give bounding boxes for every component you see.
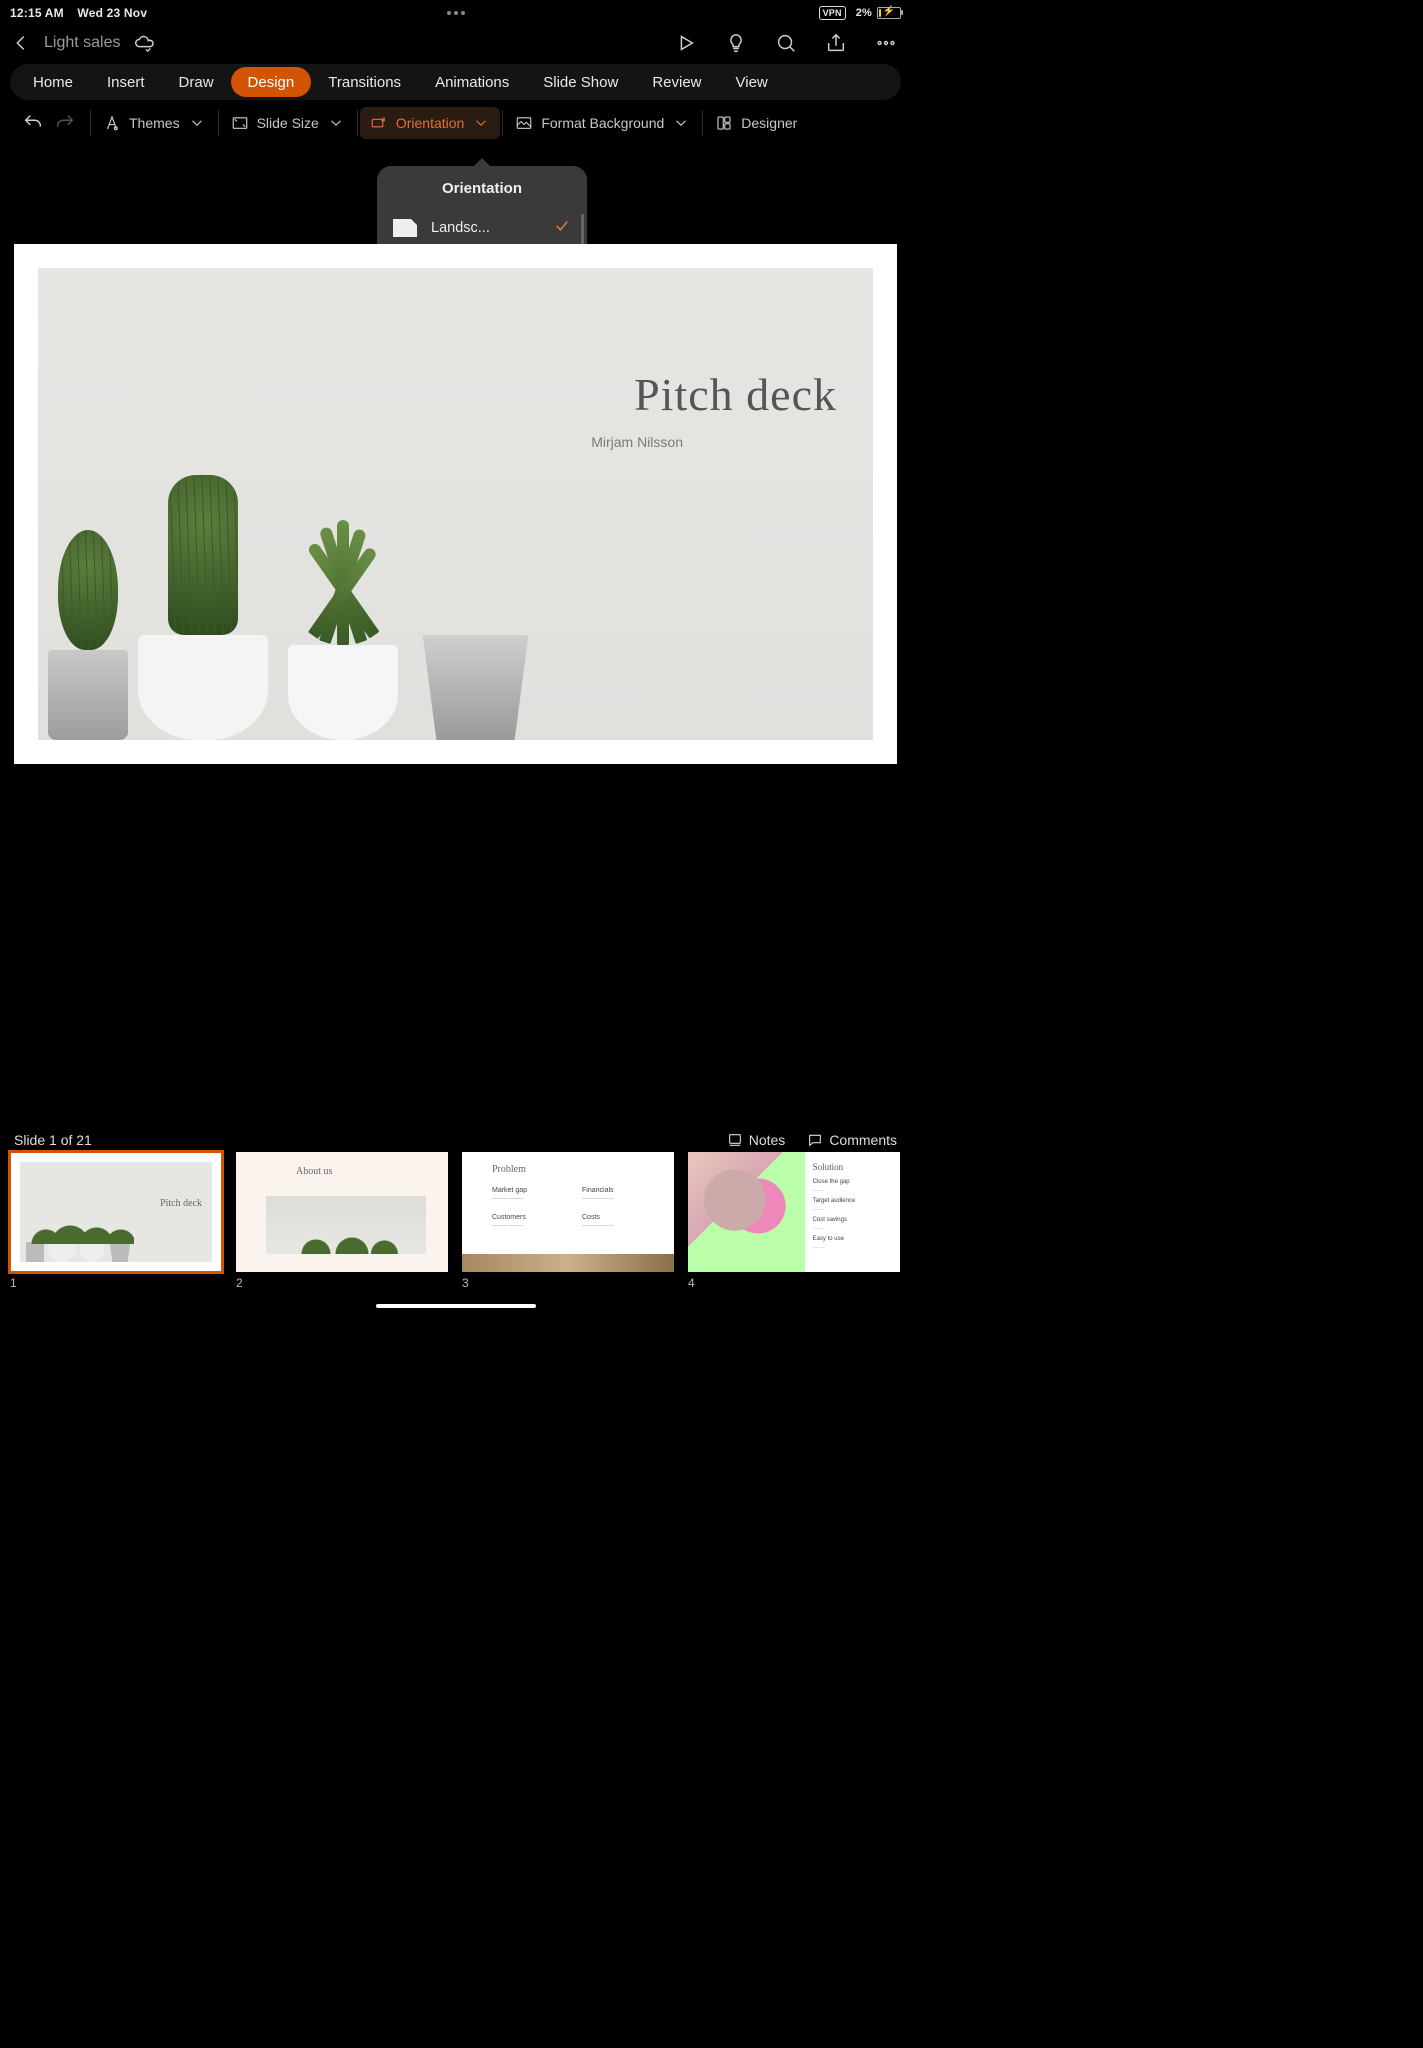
decorative-plant [288,645,398,740]
designer-label: Designer [741,115,797,131]
separator [90,110,91,136]
format-background-dropdown[interactable]: Format Background [505,107,700,139]
tab-draw[interactable]: Draw [162,67,231,97]
designer-icon [715,114,733,132]
comments-icon [807,1132,823,1148]
tab-animations[interactable]: Animations [418,67,526,97]
ribbon-tabs: Home Insert Draw Design Transitions Anim… [10,64,901,100]
landscape-page-icon [393,219,417,237]
vpn-badge: VPN [819,6,846,20]
tab-design[interactable]: Design [231,67,312,97]
orientation-option-landscape[interactable]: Landsc... [377,207,587,249]
designer-button[interactable]: Designer [705,107,807,139]
slide-size-icon [231,114,249,132]
slide-size-label: Slide Size [257,115,319,131]
format-background-icon [515,114,533,132]
status-time: 12:15 AM [10,6,64,20]
chevron-down-icon [672,114,690,132]
notes-label: Notes [749,1132,786,1148]
thumbnail-strip[interactable]: Pitch deck 1 About us 2 Problem Market g… [10,1152,901,1290]
decorative-plant [48,650,128,740]
thumbnail-3[interactable]: Problem Market gap——— ——— Customers——— —… [462,1152,674,1290]
slide-canvas[interactable]: Pitch deck Mirjam Nilsson [14,244,897,764]
comments-label: Comments [829,1132,897,1148]
undo-button[interactable] [22,112,44,134]
popover-title: Orientation [377,166,587,207]
themes-label: Themes [129,115,180,131]
home-indicator[interactable] [376,1304,536,1308]
share-button[interactable] [825,32,847,54]
slide-size-dropdown[interactable]: Slide Size [221,107,355,139]
thumbnail-4[interactable]: Solution Close the gap——— Target audienc… [688,1152,900,1290]
back-button[interactable] [10,32,32,54]
chevron-down-icon [327,114,345,132]
thumbnail-1[interactable]: Pitch deck 1 [10,1152,222,1290]
play-slideshow-button[interactable] [675,32,697,54]
thumb-number: 3 [462,1276,674,1290]
option-label: Landsc... [431,220,490,236]
themes-icon [103,114,121,132]
thumb-number: 4 [688,1276,900,1290]
format-background-label: Format Background [541,115,664,131]
separator [702,110,703,136]
slide-content[interactable]: Pitch deck Mirjam Nilsson [38,268,873,740]
more-menu-button[interactable] [875,32,897,54]
footer-bar: Slide 1 of 21 Notes Comments [0,1132,911,1148]
battery-icon: ⚡ [877,7,901,19]
design-toolbar: Themes Slide Size Orientation Format Bac… [0,102,911,144]
checkmark-icon [553,217,571,239]
thumb-title: Solution [813,1162,892,1172]
tab-transitions[interactable]: Transitions [311,67,418,97]
thumb-number: 1 [10,1276,222,1290]
tab-home[interactable]: Home [16,67,90,97]
title-bar: Light sales [0,24,911,62]
status-date: Wed 23 Nov [77,6,147,20]
thumb-title: Problem [492,1164,526,1175]
thumb-title: About us [296,1166,332,1177]
orientation-dropdown[interactable]: Orientation [360,107,500,139]
tab-slideshow[interactable]: Slide Show [526,67,635,97]
themes-dropdown[interactable]: Themes [93,107,216,139]
tab-review[interactable]: Review [635,67,718,97]
slide-counter: Slide 1 of 21 [14,1132,92,1148]
status-bar: 12:15 AM Wed 23 Nov VPN 2% ⚡ [0,0,911,24]
orientation-icon [370,114,388,132]
notes-icon [727,1132,743,1148]
tab-view[interactable]: View [719,67,785,97]
chevron-down-icon [188,114,206,132]
multitask-dots-icon[interactable] [447,11,465,15]
separator [357,110,358,136]
decorative-plant [138,635,268,740]
notes-button[interactable]: Notes [727,1132,786,1148]
redo-button [54,112,76,134]
decorative-plant [418,635,533,740]
battery-percent: 2% [856,7,872,19]
search-button[interactable] [775,32,797,54]
orientation-label: Orientation [396,115,464,131]
document-title[interactable]: Light sales [44,34,121,52]
comments-button[interactable]: Comments [807,1132,897,1148]
thumb-number: 2 [236,1276,448,1290]
tab-insert[interactable]: Insert [90,67,162,97]
thumb-title: Pitch deck [160,1198,202,1209]
ideas-lightbulb-button[interactable] [725,32,747,54]
chevron-down-icon [472,114,490,132]
slide-title-text[interactable]: Pitch deck [634,368,837,421]
separator [502,110,503,136]
separator [218,110,219,136]
cloud-sync-icon[interactable] [133,32,155,54]
slide-subtitle-text[interactable]: Mirjam Nilsson [591,434,683,450]
thumbnail-2[interactable]: About us 2 [236,1152,448,1290]
